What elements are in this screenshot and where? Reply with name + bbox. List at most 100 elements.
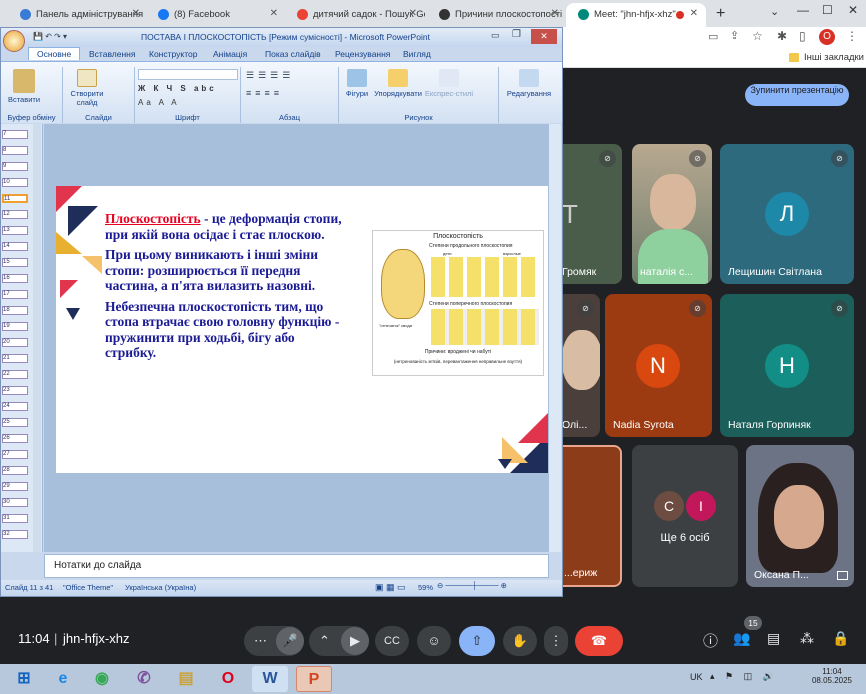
participant-tile[interactable]: Оксана П... xyxy=(746,445,854,587)
maximize-icon[interactable]: ❐ xyxy=(512,29,521,40)
participant-tile[interactable]: ⊘ наталія с... xyxy=(632,144,712,284)
view-icons[interactable]: ▣ ▦ ▭ xyxy=(375,582,406,593)
share-icon[interactable]: ⇪ xyxy=(730,29,739,42)
browser-tab[interactable]: Панель адміністрування ✕ xyxy=(8,3,148,27)
close-icon[interactable]: ✕ xyxy=(270,8,278,19)
stop-presenting-button[interactable]: Зупинити презентацію xyxy=(745,84,849,106)
end-call-icon[interactable]: ☎ xyxy=(575,626,623,656)
slide-thumbnail[interactable]: 20 xyxy=(2,338,28,347)
tray-clock[interactable]: 11:04 08.05.2025 xyxy=(810,667,854,685)
slide-scrollbar[interactable] xyxy=(549,124,561,552)
close-icon[interactable]: ✕ xyxy=(551,8,559,19)
close-icon[interactable]: ✕ xyxy=(409,8,417,19)
chat-icon[interactable]: ▤ xyxy=(767,630,780,647)
emoji-icon[interactable]: ☺ xyxy=(417,626,451,656)
slide-thumbnail[interactable]: 28 xyxy=(2,466,28,475)
profile-avatar[interactable]: О xyxy=(819,29,835,45)
menu-icon[interactable]: ⋮ xyxy=(846,29,858,43)
slide-text[interactable]: Плоскостопість - це деформація стопи, пр… xyxy=(105,211,345,361)
other-bookmarks[interactable]: Інші закладки xyxy=(804,52,864,63)
slide-thumbnail[interactable]: 29 xyxy=(2,482,28,491)
shapes-button[interactable]: Фігури xyxy=(341,69,373,98)
slide-thumbnail[interactable]: 10 xyxy=(2,178,28,187)
new-slide-button[interactable]: Створити слайд xyxy=(67,69,107,107)
zoom-slider[interactable]: ⊖ ─────┼──── ⊕ xyxy=(437,581,507,590)
slide-thumbnail[interactable]: 27 xyxy=(2,450,28,459)
participant-tile[interactable]: Л ⊘ Лещишин Світлана xyxy=(720,144,854,284)
slide-thumbnail[interactable]: 25 xyxy=(2,418,28,427)
tray-icons[interactable]: ▴ ⚑ ◫ 🔊 xyxy=(710,671,778,682)
sidepanel-icon[interactable]: ▯ xyxy=(799,29,806,43)
star-icon[interactable]: ☆ xyxy=(752,29,763,43)
maximize-icon[interactable]: ☐ xyxy=(822,3,833,17)
minimize-icon[interactable]: — xyxy=(797,3,809,17)
close-icon[interactable]: ✕ xyxy=(531,29,557,44)
browser-tab[interactable]: Причини плоскостопості ✕ xyxy=(427,3,567,27)
ribbon-tab-review[interactable]: Рецензування xyxy=(335,49,390,59)
list-icons[interactable]: ☰☰☰☰ xyxy=(246,70,294,81)
office-button[interactable] xyxy=(3,30,25,52)
raise-hand-icon[interactable]: ✋ xyxy=(503,626,537,656)
captions-icon[interactable]: CC xyxy=(375,626,409,656)
ribbon-tab-design[interactable]: Конструктор xyxy=(149,49,197,59)
camera-icon[interactable]: ▭ xyxy=(708,30,718,43)
extensions-icon[interactable]: ✱ xyxy=(777,29,787,43)
font-color-icons[interactable]: Aa A A xyxy=(138,98,180,107)
slide-thumbnail[interactable]: 22 xyxy=(2,370,28,379)
activities-icon[interactable]: ⁂ xyxy=(800,630,814,647)
participant-tile[interactable]: N ⊘ Nadia Syrota xyxy=(605,294,712,437)
tab-search-icon[interactable]: ⌄ xyxy=(770,5,779,18)
camera-icon[interactable]: ▶ xyxy=(341,627,369,655)
participant-tile[interactable]: Н ⊘ Наталя Горпиняк xyxy=(720,294,854,437)
opera-icon[interactable]: O xyxy=(210,666,246,692)
ie-icon[interactable]: e xyxy=(45,666,81,692)
more-participants-tile[interactable]: С І Ще 6 осіб xyxy=(632,445,738,587)
browser-tab-active[interactable]: Meet: "jhn-hfjx-xhz" ✕ xyxy=(566,3,706,27)
arrange-button[interactable]: Упорядкувати xyxy=(373,69,423,98)
align-icons[interactable]: ≡≡≡≡ xyxy=(246,88,283,98)
chrome-icon[interactable]: ◉ xyxy=(84,666,120,692)
viber-icon[interactable]: ✆ xyxy=(126,666,162,692)
new-tab-icon[interactable]: + xyxy=(716,5,725,23)
host-controls-icon[interactable]: 🔒 xyxy=(832,630,849,647)
ribbon-tab-insert[interactable]: Вставлення xyxy=(89,49,135,59)
word-icon[interactable]: W xyxy=(252,666,288,692)
chevron-up-icon[interactable]: ⌃ xyxy=(319,626,330,656)
language-indicator[interactable]: UK xyxy=(690,672,703,682)
close-window-icon[interactable]: ✕ xyxy=(848,3,858,17)
slide-thumbnail[interactable]: 26 xyxy=(2,434,28,443)
slide-thumbnail[interactable]: 21 xyxy=(2,354,28,363)
start-icon[interactable]: ⊞ xyxy=(6,666,42,692)
info-icon[interactable]: ⓘ xyxy=(703,630,718,651)
slide-thumbnail[interactable]: 23 xyxy=(2,386,28,395)
quick-styles-button[interactable]: Експрес-стилі xyxy=(423,69,475,98)
close-icon[interactable]: ✕ xyxy=(132,8,140,19)
font-format-icons[interactable]: Ж К Ч S abc xyxy=(138,84,217,93)
ribbon-tab-view[interactable]: Вигляд xyxy=(403,49,431,59)
slide-thumbnail[interactable]: 15 xyxy=(2,258,28,267)
slide-thumbnail[interactable]: 14 xyxy=(2,242,28,251)
slide[interactable]: Плоскостопість - це деформація стопи, пр… xyxy=(56,186,548,473)
slide-thumbnail[interactable]: 7 xyxy=(2,130,28,139)
close-icon[interactable]: ✕ xyxy=(690,8,698,19)
more-options-icon[interactable]: ⋮ xyxy=(544,626,568,656)
font-name-input[interactable] xyxy=(138,69,238,80)
ribbon-tab-slideshow[interactable]: Показ слайдів xyxy=(265,49,321,59)
slide-thumbnail[interactable]: 9 xyxy=(2,162,28,171)
slide-thumbnail[interactable]: 16 xyxy=(2,274,28,283)
browser-tab[interactable]: (8) Facebook ✕ xyxy=(146,3,286,27)
minimize-icon[interactable]: ▭ xyxy=(491,30,500,41)
slide-thumbnail[interactable]: 13 xyxy=(2,226,28,235)
ribbon-tab-animation[interactable]: Анімація xyxy=(213,49,247,59)
slide-thumbnail[interactable]: 12 xyxy=(2,210,28,219)
slide-thumbnail[interactable]: 17 xyxy=(2,290,28,299)
slide-thumbnail[interactable]: 18 xyxy=(2,306,28,315)
paste-button[interactable]: Вставити xyxy=(4,69,44,104)
explorer-icon[interactable]: ▤ xyxy=(168,666,204,692)
slide-thumbnail[interactable]: 31 xyxy=(2,514,28,523)
flatfoot-illustration[interactable]: Плоскостопість Степени продольного плоск… xyxy=(372,230,544,376)
slide-thumbnail[interactable]: 8 xyxy=(2,146,28,155)
quick-access-icon[interactable]: 💾 ↶ ↷ ▾ xyxy=(33,32,67,41)
slide-thumbnail[interactable]: 30 xyxy=(2,498,28,507)
people-icon[interactable]: 👥 xyxy=(733,630,750,647)
